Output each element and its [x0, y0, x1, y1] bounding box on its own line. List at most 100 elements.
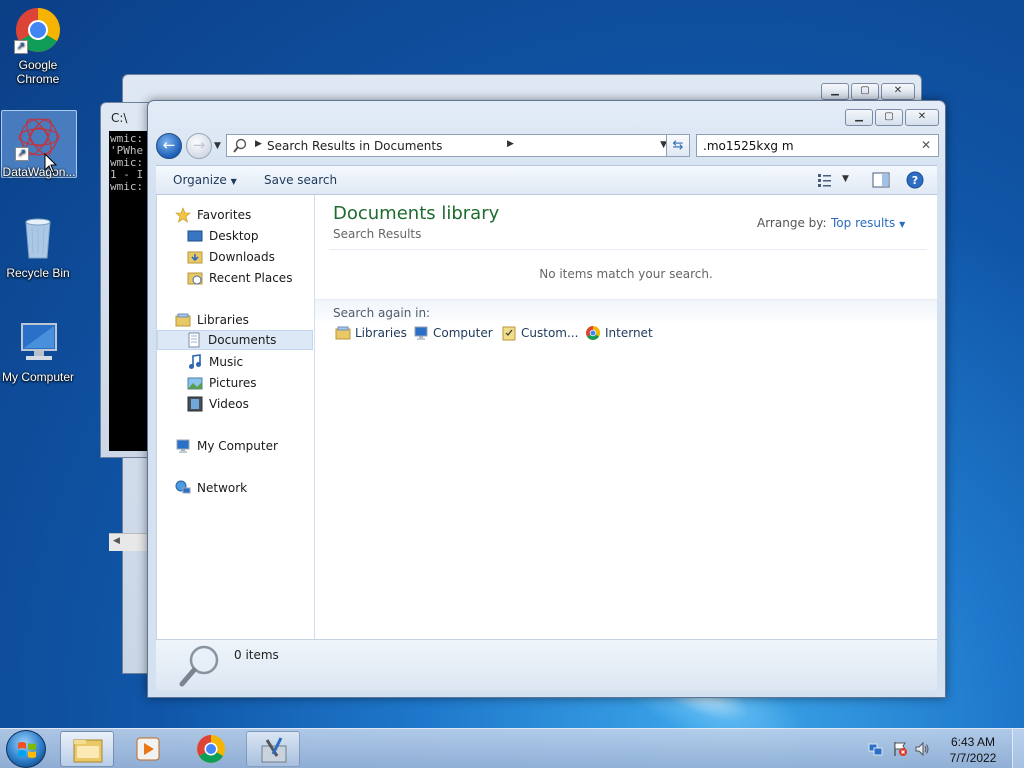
search-again-custom[interactable]: Custom...: [501, 325, 578, 341]
nav-label: Libraries: [197, 313, 249, 327]
nav-my-computer[interactable]: My Computer: [175, 436, 278, 456]
libraries-icon: [175, 312, 191, 328]
organize-label: Organize: [173, 173, 227, 187]
action-center-icon[interactable]: [892, 741, 908, 757]
computer-icon: [413, 325, 429, 341]
search-again-item-label: Computer: [433, 326, 493, 340]
search-again-internet[interactable]: Internet: [585, 325, 653, 341]
search-again-computer[interactable]: Computer: [413, 325, 493, 341]
music-icon: [187, 354, 203, 370]
taskbar-tools-app[interactable]: [246, 731, 300, 767]
back-button[interactable]: ←: [156, 133, 182, 159]
window-controls: ▁ ▢ ✕: [845, 109, 939, 126]
forward-button[interactable]: →: [186, 133, 212, 159]
explorer-window[interactable]: ▁ ▢ ✕ ← → ▼ ▶ Search Results in Document…: [147, 100, 946, 698]
clear-search-icon[interactable]: ✕: [921, 138, 931, 152]
clock-date: 7/7/2022: [949, 751, 997, 765]
folder-icon: [73, 739, 103, 763]
desktop-icon-my-computer[interactable]: My Computer: [0, 318, 76, 388]
downloads-folder-icon: [187, 249, 203, 265]
nav-label: Videos: [209, 397, 249, 411]
organize-button[interactable]: Organize ▼: [173, 173, 237, 187]
address-row: ← → ▼ ▶ Search Results in Documents ▶ ▼ …: [156, 133, 939, 159]
command-bar: Organize ▼ Save search ▼ ?: [156, 165, 937, 195]
navigation-pane[interactable]: Favorites Desktop Downloads Recent Place…: [157, 195, 315, 639]
search-again-libraries[interactable]: Libraries: [335, 325, 407, 341]
details-pane: 0 items: [156, 639, 937, 691]
address-bar[interactable]: ▶ Search Results in Documents ▶ ▼: [226, 134, 672, 157]
search-box[interactable]: ✕: [696, 134, 939, 157]
search-again-label: Search again in:: [333, 306, 431, 320]
network-icon: [175, 480, 191, 496]
nav-label: Desktop: [209, 229, 259, 243]
chevron-down-icon: ▼: [899, 220, 906, 229]
help-button[interactable]: ?: [906, 171, 924, 192]
nav-favorites[interactable]: Favorites: [175, 205, 251, 225]
network-tray-icon[interactable]: [868, 741, 884, 757]
nav-libraries[interactable]: Libraries: [175, 310, 249, 330]
breadcrumb[interactable]: Search Results in Documents: [267, 139, 442, 153]
desktop-icon-label: DataWagon...: [2, 165, 76, 179]
chevron-down-icon: ▼: [230, 177, 237, 186]
nav-downloads[interactable]: Downloads: [187, 247, 275, 267]
view-dropdown-icon[interactable]: ▼: [842, 174, 849, 184]
empty-message: No items match your search.: [539, 267, 713, 281]
taskbar-explorer[interactable]: [60, 731, 114, 767]
desktop-icon-google-chrome[interactable]: ↗ Google Chrome: [0, 6, 76, 90]
nav-label: Favorites: [197, 208, 252, 222]
computer-icon: [14, 318, 62, 366]
results-pane[interactable]: Documents library Search Results Arrange…: [315, 195, 937, 639]
maximize-button[interactable]: ▢: [851, 83, 879, 100]
arrange-by-dropdown[interactable]: Top results ▼: [831, 216, 905, 230]
media-player-icon: [136, 737, 160, 761]
save-search-button[interactable]: Save search: [264, 173, 337, 187]
nav-music[interactable]: Music: [187, 352, 243, 372]
taskbar-chrome[interactable]: [184, 731, 238, 767]
breadcrumb-chevron-icon[interactable]: ▶: [507, 139, 514, 149]
search-input[interactable]: [703, 136, 903, 156]
nav-pictures[interactable]: Pictures: [187, 373, 257, 393]
recent-places-icon: [187, 270, 203, 286]
library-subtitle: Search Results: [333, 227, 422, 241]
taskbar: 6:43 AM 7/7/2022: [0, 728, 1024, 768]
taskbar-media-player[interactable]: [122, 731, 176, 767]
minimize-button[interactable]: ▁: [845, 109, 873, 126]
nav-documents[interactable]: Documents: [157, 330, 313, 350]
recent-pages-dropdown-icon[interactable]: ▼: [214, 141, 221, 151]
library-title: Documents library: [333, 203, 500, 224]
close-button[interactable]: ✕: [881, 83, 915, 100]
search-again-item-label: Custom...: [521, 326, 579, 340]
search-again-item-label: Libraries: [355, 326, 407, 340]
clock-time: 6:43 AM: [950, 735, 996, 749]
background-window-controls: ▁ ▢ ✕: [821, 83, 915, 100]
custom-folder-icon: [501, 325, 517, 341]
scroll-left-icon[interactable]: ◀: [113, 536, 120, 546]
breadcrumb-chevron-icon[interactable]: ▶: [255, 139, 262, 149]
volume-icon[interactable]: [914, 741, 930, 757]
start-button[interactable]: [6, 730, 46, 768]
clock[interactable]: 6:43 AM 7/7/2022: [938, 734, 1008, 766]
change-view-button[interactable]: [817, 172, 833, 191]
maximize-button[interactable]: ▢: [875, 109, 903, 126]
divider: [329, 249, 927, 250]
star-icon: [175, 207, 191, 223]
nav-network[interactable]: Network: [175, 478, 247, 498]
desktop-icon-recycle-bin[interactable]: Recycle Bin: [0, 214, 76, 284]
nav-videos[interactable]: Videos: [187, 394, 249, 414]
refresh-button[interactable]: ⇆: [666, 134, 690, 157]
nav-label: Pictures: [209, 376, 257, 390]
pictures-icon: [187, 375, 203, 391]
desktop-icon-datawagon[interactable]: ↗ DataWagon...: [1, 110, 77, 179]
windows-logo-icon: [18, 742, 36, 758]
show-desktop-button[interactable]: [1012, 729, 1024, 768]
close-button[interactable]: ✕: [905, 109, 939, 126]
nav-label: Network: [197, 481, 248, 495]
minimize-button[interactable]: ▁: [821, 83, 849, 100]
nav-desktop[interactable]: Desktop: [187, 226, 259, 246]
preview-pane-button[interactable]: [872, 172, 890, 191]
search-again-bar: Search again in:: [315, 299, 937, 321]
cmd-title: C:\: [111, 111, 128, 125]
nav-label: Recent Places: [209, 271, 293, 285]
nav-recent-places[interactable]: Recent Places: [187, 268, 292, 288]
view-options-icon: [818, 174, 831, 187]
